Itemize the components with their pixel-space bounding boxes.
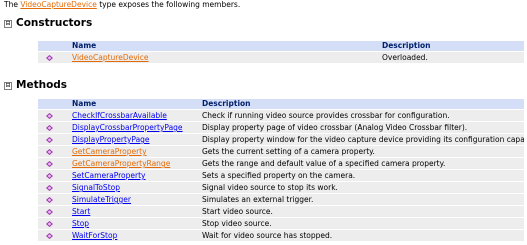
method-icon bbox=[46, 112, 53, 119]
methods-table-header: Name Description bbox=[38, 99, 524, 110]
method-icon bbox=[46, 148, 53, 155]
constructors-table: Name Description VideoCaptureDevice Overl… bbox=[38, 41, 524, 64]
type-link[interactable]: VideoCaptureDevice bbox=[20, 0, 96, 9]
member-link[interactable]: GetCameraPropertyRange bbox=[72, 159, 170, 168]
intro-before: The bbox=[4, 0, 21, 9]
column-header-name: Name bbox=[72, 99, 97, 108]
method-icon bbox=[46, 172, 53, 179]
method-icon bbox=[46, 208, 53, 215]
table-row: GetCameraProperty Gets the current settin… bbox=[38, 146, 524, 158]
methods-table: Name Description CheckIfCrossbarAvailabl… bbox=[38, 99, 524, 242]
member-description: Simulates an external trigger. bbox=[202, 195, 314, 204]
member-description: Wait for video source has stopped. bbox=[202, 231, 333, 240]
intro-text: The VideoCaptureDevice type exposes the … bbox=[4, 0, 240, 9]
member-link[interactable]: VideoCaptureDevice bbox=[72, 53, 148, 62]
method-icon bbox=[46, 232, 53, 239]
table-row: WaitForStop Wait for video source has sto… bbox=[38, 230, 524, 242]
member-description: Overloaded. bbox=[382, 53, 428, 62]
method-icon bbox=[46, 220, 53, 227]
table-row: VideoCaptureDevice Overloaded. bbox=[38, 52, 524, 64]
member-description: Display property page of video crossbar … bbox=[202, 123, 468, 132]
intro-after: type exposes the following members. bbox=[96, 0, 241, 9]
methods-section-header[interactable]: ⊟ Methods bbox=[4, 79, 67, 91]
method-icon bbox=[46, 54, 53, 61]
member-link[interactable]: GetCameraProperty bbox=[72, 147, 147, 156]
table-row: SignalToStop Signal video source to stop … bbox=[38, 182, 524, 194]
column-header-description: Description bbox=[202, 99, 251, 108]
member-link[interactable]: CheckIfCrossbarAvailable bbox=[72, 111, 167, 120]
member-link[interactable]: SignalToStop bbox=[72, 183, 120, 192]
method-icon bbox=[46, 184, 53, 191]
member-link[interactable]: SetCameraProperty bbox=[72, 171, 145, 180]
constructors-title: Constructors bbox=[16, 17, 93, 29]
table-row: Stop Stop video source. bbox=[38, 218, 524, 230]
table-row: SimulateTrigger Simulates an external tri… bbox=[38, 194, 524, 206]
column-header-name: Name bbox=[72, 41, 97, 50]
table-row: DisplayCrossbarPropertyPage Display prope… bbox=[38, 122, 524, 134]
collapse-icon[interactable]: ⊟ bbox=[4, 20, 12, 28]
table-row: SetCameraProperty Sets a specified proper… bbox=[38, 170, 524, 182]
method-icon bbox=[46, 196, 53, 203]
collapse-icon[interactable]: ⊟ bbox=[4, 82, 12, 90]
member-description: Gets the current setting of a camera pro… bbox=[202, 147, 375, 156]
member-link[interactable]: Stop bbox=[72, 219, 89, 228]
table-row: GetCameraPropertyRange Gets the range and… bbox=[38, 158, 524, 170]
member-link[interactable]: DisplayCrossbarPropertyPage bbox=[72, 123, 183, 132]
member-description: Start video source. bbox=[202, 207, 273, 216]
member-link[interactable]: SimulateTrigger bbox=[72, 195, 131, 204]
member-description: Gets the range and default value of a sp… bbox=[202, 159, 446, 168]
member-description: Check if running video source provides c… bbox=[202, 111, 450, 120]
constructors-section-header[interactable]: ⊟ Constructors bbox=[4, 17, 92, 29]
method-icon bbox=[46, 136, 53, 143]
method-icon bbox=[46, 160, 53, 167]
column-header-description: Description bbox=[382, 41, 431, 50]
member-link[interactable]: DisplayPropertyPage bbox=[72, 135, 150, 144]
table-row: CheckIfCrossbarAvailable Check if running… bbox=[38, 110, 524, 122]
member-description: Stop video source. bbox=[202, 219, 272, 228]
method-icon bbox=[46, 124, 53, 131]
member-description: Sets a specified property on the camera. bbox=[202, 171, 356, 180]
table-row: DisplayPropertyPage Display property wind… bbox=[38, 134, 524, 146]
member-link[interactable]: Start bbox=[72, 207, 90, 216]
member-link[interactable]: WaitForStop bbox=[72, 231, 117, 240]
methods-title: Methods bbox=[16, 79, 68, 91]
constructors-table-header: Name Description bbox=[38, 41, 524, 52]
member-description: Display property window for the video ca… bbox=[202, 135, 524, 144]
member-description: Signal video source to stop its work. bbox=[202, 183, 338, 192]
table-row: Start Start video source. bbox=[38, 206, 524, 218]
